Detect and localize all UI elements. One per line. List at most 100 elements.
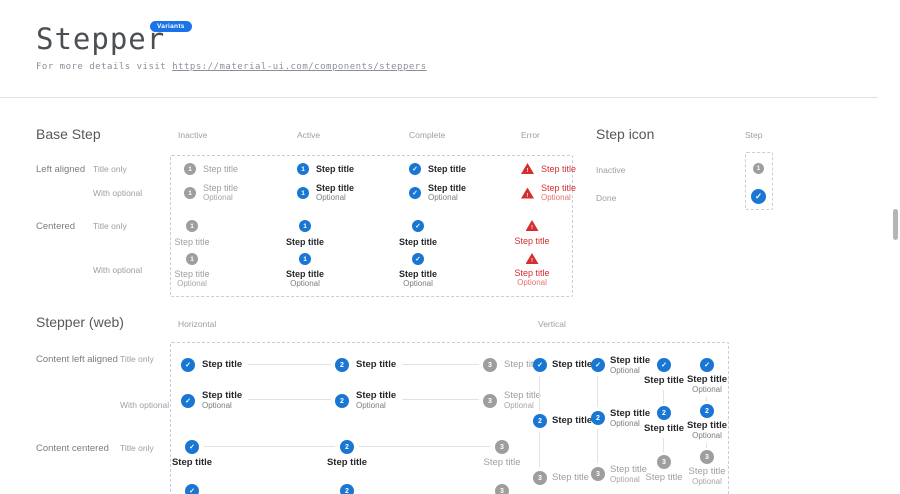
step-inactive-left-title: 1 Step title bbox=[184, 163, 238, 175]
step-connector bbox=[204, 446, 335, 447]
check-icon: ✓ bbox=[533, 358, 547, 372]
vstep-label: Step title bbox=[552, 473, 589, 483]
step-number-icon: 3 bbox=[495, 484, 509, 494]
vstep-label: Step title bbox=[552, 416, 592, 426]
step-inactive-centered-title: 1 Step title bbox=[164, 220, 220, 247]
step-active-left-optional: 1 Step titleOptional bbox=[297, 183, 354, 203]
subtitle-text: For more details visit bbox=[36, 62, 166, 72]
hstep-centered-label-1: Step title bbox=[162, 458, 222, 468]
sub-label-with-optional-2: With optional bbox=[93, 265, 142, 275]
column-header-inactive: Inactive bbox=[178, 130, 207, 140]
step-number-icon: 2 bbox=[340, 440, 354, 454]
vstep-label: Step title bbox=[552, 360, 592, 370]
step-number-icon: 3 bbox=[483, 394, 497, 408]
step-number-icon: 3 bbox=[495, 440, 509, 454]
variants-badge: Variants bbox=[150, 21, 192, 32]
step-number-icon: 3 bbox=[657, 455, 671, 469]
row-label-icon-done: Done bbox=[596, 193, 616, 203]
step-complete-left-title: ✓ Step title bbox=[409, 163, 466, 175]
check-icon: ✓ bbox=[751, 189, 766, 204]
check-icon: ✓ bbox=[591, 358, 605, 372]
step-number-icon: 1 bbox=[753, 163, 764, 174]
step-number-icon: 3 bbox=[700, 450, 714, 464]
step-connector bbox=[539, 376, 540, 411]
step-number-icon: 2 bbox=[700, 404, 714, 418]
step-number-icon: 2 bbox=[591, 411, 605, 425]
step-number-icon: 1 bbox=[297, 187, 309, 199]
sub-label-title-only: Title only bbox=[93, 164, 127, 174]
step-number-icon: 1 bbox=[186, 220, 198, 232]
column-header-error: Error bbox=[521, 130, 540, 140]
row-label-content-left: Content left aligned bbox=[36, 354, 118, 365]
step-number-icon: 1 bbox=[184, 187, 196, 199]
step-connector bbox=[663, 438, 664, 452]
vstep-label-group: Step titleOptional bbox=[677, 375, 737, 395]
step-connector bbox=[706, 443, 707, 448]
hstep-1-complete: ✓ Step title bbox=[181, 358, 242, 372]
step-number-icon: 2 bbox=[340, 484, 354, 494]
column-header-active: Active bbox=[297, 130, 320, 140]
row-label-centered: Centered bbox=[36, 221, 75, 232]
sub-label-title-only-3: Title only bbox=[120, 354, 154, 364]
step-active-centered-optional: 1 Step titleOptional bbox=[277, 253, 333, 289]
step-number-icon: 2 bbox=[335, 358, 349, 372]
vertical-scrollbar-thumb[interactable] bbox=[893, 209, 898, 240]
step-number-icon: 1 bbox=[297, 163, 309, 175]
check-icon: ✓ bbox=[657, 358, 671, 372]
step-number-icon: 1 bbox=[186, 253, 198, 265]
hstep-2-active-optional: 2 Step titleOptional bbox=[335, 391, 396, 411]
step-number-icon: 1 bbox=[299, 253, 311, 265]
step-number-icon: 2 bbox=[657, 406, 671, 420]
step-error-centered-title: ! Step title bbox=[504, 220, 560, 246]
stepper-spec-page: { "header": { "title": "Stepper", "badge… bbox=[0, 0, 900, 494]
check-icon: ✓ bbox=[185, 484, 199, 494]
check-icon: ✓ bbox=[412, 220, 424, 232]
material-ui-link[interactable]: https://material-ui.com/components/stepp… bbox=[172, 62, 427, 72]
step-connector bbox=[359, 446, 490, 447]
check-icon: ✓ bbox=[181, 358, 195, 372]
step-connector bbox=[663, 390, 664, 404]
step-error-left-title: ! Step title bbox=[521, 163, 576, 174]
sub-label-title-only-4: Title only bbox=[120, 443, 154, 453]
row-label-icon-inactive: Inactive bbox=[596, 165, 625, 175]
stepper-web-heading: Stepper (web) bbox=[36, 314, 124, 330]
page-title: Stepper bbox=[36, 22, 165, 56]
step-complete-centered-optional: ✓ Step titleOptional bbox=[390, 253, 446, 289]
row-label-left-aligned: Left aligned bbox=[36, 164, 85, 175]
step-icon-heading: Step icon bbox=[596, 126, 654, 142]
warning-icon: ! bbox=[521, 188, 534, 199]
check-icon: ✓ bbox=[409, 187, 421, 199]
column-header-horizontal: Horizontal bbox=[178, 319, 216, 329]
base-step-heading: Base Step bbox=[36, 126, 101, 142]
step-error-left-optional: ! Step titleOptional bbox=[521, 183, 576, 203]
step-number-icon: 3 bbox=[533, 471, 547, 485]
step-connector bbox=[597, 429, 598, 463]
step-inactive-left-optional: 1 Step titleOptional bbox=[184, 183, 238, 203]
hstep-1-complete-optional: ✓ Step titleOptional bbox=[181, 391, 242, 411]
vstep-label-group: Step titleOptional bbox=[677, 467, 737, 487]
sub-label-with-optional-3: With optional bbox=[120, 400, 169, 410]
check-icon: ✓ bbox=[185, 440, 199, 454]
step-connector bbox=[539, 432, 540, 467]
step-active-left-title: 1 Step title bbox=[297, 163, 354, 175]
check-icon: ✓ bbox=[412, 253, 424, 265]
warning-icon: ! bbox=[526, 253, 539, 264]
column-header-step: Step bbox=[745, 130, 763, 140]
column-header-vertical: Vertical bbox=[538, 319, 566, 329]
step-connector bbox=[597, 376, 598, 407]
step-number-icon: 1 bbox=[184, 163, 196, 175]
sub-label-title-only-2: Title only bbox=[93, 221, 127, 231]
step-number-icon: 3 bbox=[483, 358, 497, 372]
step-active-centered-title: 1 Step title bbox=[277, 220, 333, 247]
step-number-icon: 1 bbox=[299, 220, 311, 232]
step-number-icon: 2 bbox=[335, 394, 349, 408]
step-inactive-centered-optional: 1 Step titleOptional bbox=[164, 253, 220, 289]
hstep-centered-label-2: Step title bbox=[317, 458, 377, 468]
warning-icon: ! bbox=[521, 163, 534, 174]
step-error-centered-optional: ! Step titleOptional bbox=[504, 253, 560, 288]
step-connector bbox=[402, 399, 479, 400]
warning-icon: ! bbox=[526, 220, 539, 231]
check-icon: ✓ bbox=[181, 394, 195, 408]
step-complete-left-optional: ✓ Step titleOptional bbox=[409, 183, 466, 203]
vstep-label-group: Step titleOptional bbox=[610, 356, 650, 376]
